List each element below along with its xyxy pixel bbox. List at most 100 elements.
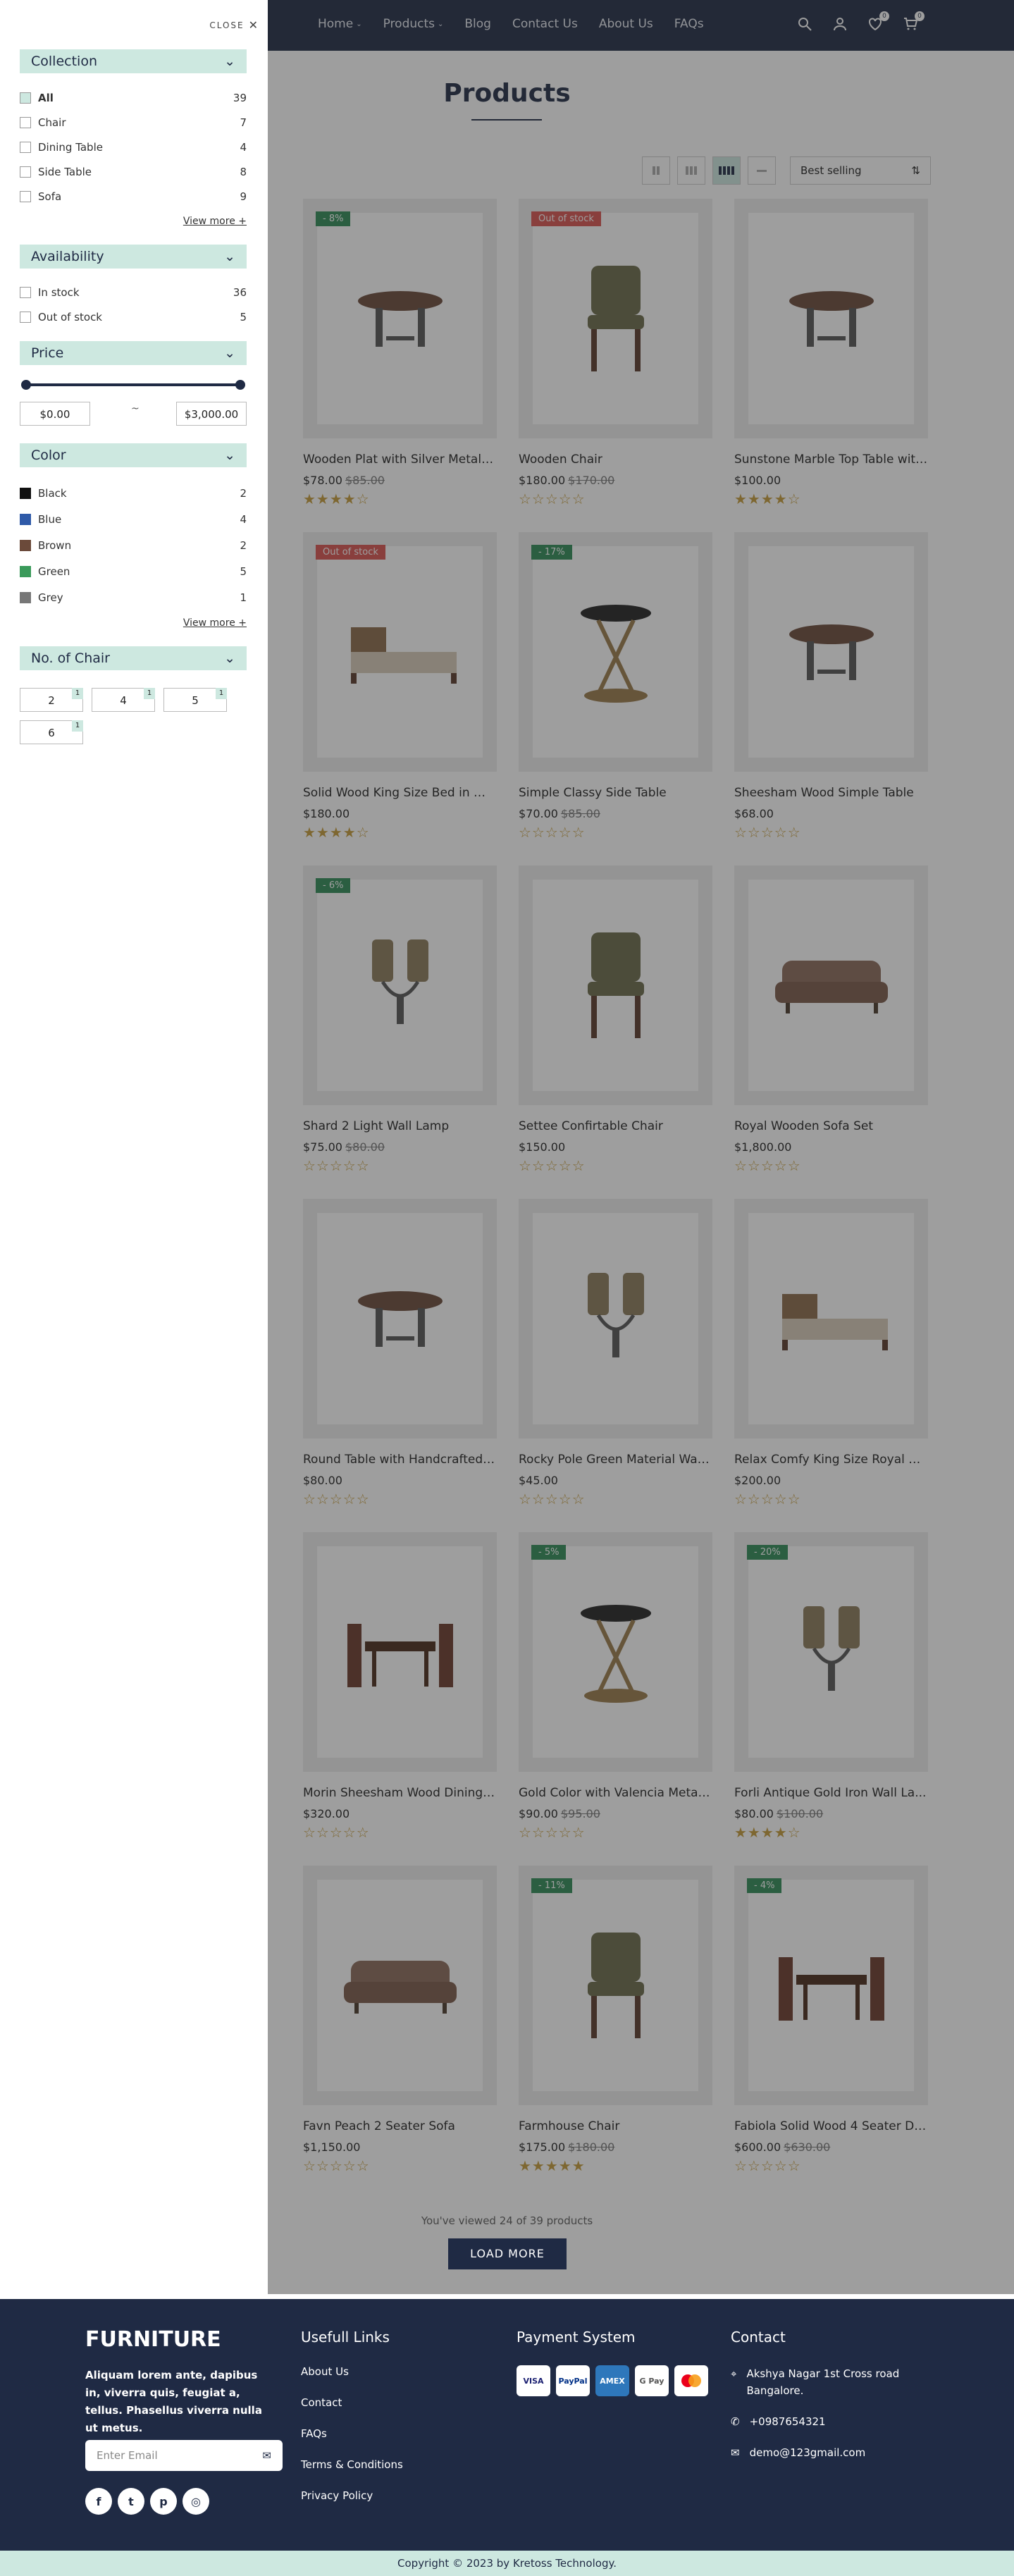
contact-column: Contact ⌖ Akshya Nagar 1st Cross road Ban… xyxy=(731,2329,914,2475)
contact-phone: ✆ +0987654321 xyxy=(731,2413,914,2430)
checkbox[interactable] xyxy=(20,191,31,202)
price-max-handle[interactable] xyxy=(235,380,245,390)
price-max-input[interactable]: $3,000.00 xyxy=(176,402,247,426)
color-option[interactable]: Blue 4 xyxy=(20,513,247,526)
collection-option[interactable]: All 39 xyxy=(20,92,247,104)
collection-option-count: 4 xyxy=(240,141,247,154)
color-view-more-link[interactable]: View more + xyxy=(183,617,247,629)
availability-option-label-wrap: In stock xyxy=(20,286,80,299)
chair-count-badge: 1 xyxy=(216,688,227,699)
checkbox[interactable] xyxy=(20,312,31,323)
checkbox[interactable] xyxy=(20,117,31,128)
availability-filter-header[interactable]: Availability ⌄ xyxy=(20,245,247,269)
collection-option-count: 8 xyxy=(240,166,247,178)
chair-count-option[interactable]: 51 xyxy=(163,688,227,712)
collection-option[interactable]: Chair 7 xyxy=(20,116,247,129)
chevron-down-icon: ⌄ xyxy=(224,345,235,361)
price-filter-header[interactable]: Price ⌄ xyxy=(20,341,247,365)
chair-count-label: 4 xyxy=(120,694,127,707)
visa-icon: VISA xyxy=(517,2365,550,2396)
footer-link-contact[interactable]: Contact xyxy=(301,2396,403,2409)
color-swatch xyxy=(20,566,31,577)
close-drawer-button[interactable]: CLOSE ✕ xyxy=(209,18,259,32)
color-option-count: 4 xyxy=(240,513,247,526)
chair-count-option[interactable]: 41 xyxy=(92,688,155,712)
collection-option[interactable]: Dining Table 4 xyxy=(20,141,247,154)
price-min-input[interactable]: $0.00 xyxy=(20,402,90,426)
availability-option-count: 5 xyxy=(240,311,247,323)
color-swatch xyxy=(20,488,31,499)
close-label: CLOSE xyxy=(209,20,245,30)
color-option[interactable]: Grey 1 xyxy=(20,591,247,604)
availability-option[interactable]: Out of stock 5 xyxy=(20,311,247,323)
send-mail-icon[interactable]: ✉ xyxy=(262,2449,271,2462)
email-placeholder: Enter Email xyxy=(97,2449,158,2462)
social-links: f t p ◎ xyxy=(85,2488,209,2515)
color-option-label: Blue xyxy=(38,513,62,526)
copyright-bar: Copyright © 2023 by Kretoss Technology. xyxy=(0,2551,1014,2576)
collection-option-label: Dining Table xyxy=(38,141,103,154)
price-title: Price xyxy=(31,345,64,361)
color-option-count: 1 xyxy=(240,591,247,604)
chair-title: No. of Chair xyxy=(31,651,110,666)
color-swatch xyxy=(20,592,31,603)
price-separator: ~ xyxy=(131,403,140,414)
footer-link-about[interactable]: About Us xyxy=(301,2365,403,2378)
amex-icon: AMEX xyxy=(595,2365,629,2396)
twitter-icon[interactable]: t xyxy=(118,2488,144,2515)
paypal-icon: PayPal xyxy=(556,2365,590,2396)
newsletter-email-input[interactable]: Enter Email ✉ xyxy=(85,2440,283,2471)
collection-option-label-wrap: Chair xyxy=(20,116,66,129)
footer-link-faqs[interactable]: FAQs xyxy=(301,2427,403,2440)
chevron-down-icon: ⌄ xyxy=(224,54,235,69)
collection-option-count: 9 xyxy=(240,190,247,203)
chair-count-option[interactable]: 21 xyxy=(20,688,83,712)
footer-description: Aliquam lorem ante, dapibus in, viverra … xyxy=(85,2369,262,2434)
location-pin-icon: ⌖ xyxy=(731,2367,737,2380)
price-slider xyxy=(21,380,245,390)
color-title: Color xyxy=(31,448,66,463)
collection-option-label-wrap: All xyxy=(20,92,54,104)
collection-option-label: Sofa xyxy=(38,190,62,203)
checkbox[interactable] xyxy=(20,92,31,104)
collection-filter-header[interactable]: Collection ⌄ xyxy=(20,49,247,73)
collection-option-label: Chair xyxy=(38,116,66,129)
collection-view-more-link[interactable]: View more + xyxy=(183,216,247,227)
facebook-icon[interactable]: f xyxy=(85,2488,112,2515)
availability-option-count: 36 xyxy=(233,286,247,299)
availability-option[interactable]: In stock 36 xyxy=(20,286,247,299)
chair-filter-header[interactable]: No. of Chair ⌄ xyxy=(20,646,247,670)
checkbox[interactable] xyxy=(20,166,31,178)
footer-logo: FURNITURE xyxy=(85,2327,221,2352)
load-more-button[interactable]: LOAD MORE xyxy=(448,2238,567,2269)
collection-option[interactable]: Sofa 9 xyxy=(20,190,247,203)
checkbox[interactable] xyxy=(20,287,31,298)
mail-icon: ✉ xyxy=(731,2446,740,2459)
color-option-label-wrap: Green xyxy=(20,565,70,578)
payment-cards: VISA PayPal AMEX G Pay xyxy=(517,2365,708,2396)
color-swatch xyxy=(20,540,31,551)
footer-link-terms[interactable]: Terms & Conditions xyxy=(301,2458,403,2471)
color-option[interactable]: Brown 2 xyxy=(20,539,247,552)
chair-count-label: 2 xyxy=(48,694,55,707)
mastercard-icon xyxy=(674,2365,708,2396)
contact-address: ⌖ Akshya Nagar 1st Cross road Bangalore. xyxy=(731,2365,914,2399)
chair-count-option[interactable]: 61 xyxy=(20,720,83,744)
instagram-icon[interactable]: ◎ xyxy=(183,2488,209,2515)
email-text[interactable]: demo@123gmail.com xyxy=(750,2444,866,2461)
color-swatch xyxy=(20,514,31,525)
collection-option-label-wrap: Side Table xyxy=(20,166,92,178)
collection-option-count: 39 xyxy=(233,92,247,104)
color-filter-header[interactable]: Color ⌄ xyxy=(20,443,247,467)
collection-option[interactable]: Side Table 8 xyxy=(20,166,247,178)
color-option[interactable]: Green 5 xyxy=(20,565,247,578)
color-option[interactable]: Black 2 xyxy=(20,487,247,500)
phone-text[interactable]: +0987654321 xyxy=(750,2413,826,2430)
collection-option-label-wrap: Sofa xyxy=(20,190,61,203)
pinterest-icon[interactable]: p xyxy=(150,2488,177,2515)
footer-link-privacy[interactable]: Privacy Policy xyxy=(301,2489,403,2502)
availability-title: Availability xyxy=(31,249,104,264)
availability-option-label: Out of stock xyxy=(38,311,102,323)
price-min-handle[interactable] xyxy=(21,380,31,390)
checkbox[interactable] xyxy=(20,142,31,153)
